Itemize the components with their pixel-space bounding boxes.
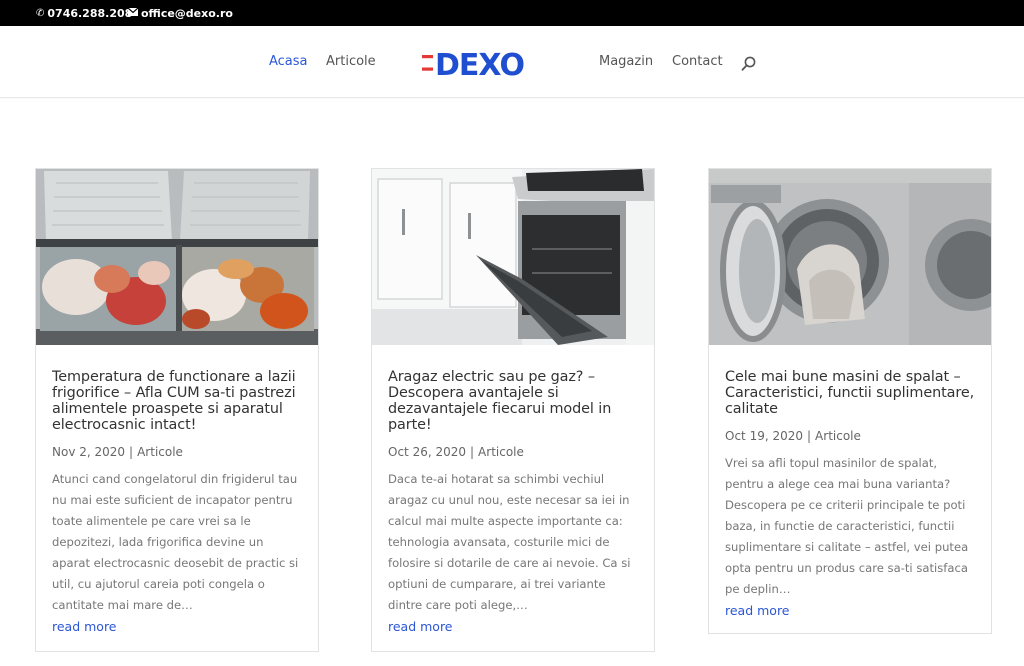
post-title[interactable]: Cele mai bune masini de spalat – Caracte… [725,369,975,417]
post-card: Temperatura de functionare a lazii frigo… [35,168,319,652]
read-more-link[interactable]: read more [52,617,117,637]
post-title[interactable]: Aragaz electric sau pe gaz? – Descopera … [388,369,638,433]
post-date: Oct 26, 2020 [388,445,466,459]
post-meta: Oct 19, 2020 | Articole [725,429,861,443]
washing-machine-photo[interactable] [709,169,991,345]
post-excerpt: Daca te-ai hotarat sa schimbi vechiul ar… [388,472,631,612]
phone-contact[interactable]: ✆ 0746.288.208 [36,7,132,20]
post-date: Oct 19, 2020 [725,429,803,443]
phone-icon: ✆ [36,8,45,19]
kitchen-oven-photo[interactable] [372,169,654,345]
post-meta: Nov 2, 2020 | Articole [52,445,183,459]
phone-number[interactable]: 0746.288.208 [47,7,132,20]
email-contact[interactable]: office@dexo.ro [127,7,233,20]
nav-item-acasa[interactable]: Acasa [269,54,308,69]
dexo-logo[interactable]: DEXO [421,46,547,83]
nav-item-contact[interactable]: Contact [672,54,723,69]
site-header: Acasa Articole DEXO Magazin Contact [0,26,1024,98]
read-more-link[interactable]: read more [725,601,790,621]
post-date: Nov 2, 2020 [52,445,126,459]
search-icon[interactable] [740,55,758,73]
post-title[interactable]: Temperatura de functionare a lazii frigo… [52,369,302,433]
nav-item-articole[interactable]: Articole [326,54,376,69]
post-category[interactable]: Articole [137,445,183,459]
nav-item-magazin[interactable]: Magazin [599,54,653,69]
post-excerpt: Vrei sa afli topul masinilor de spalat, … [725,456,969,596]
logo-text: DEXO [435,48,524,80]
post-category[interactable]: Articole [815,429,861,443]
post-excerpt: Atunci cand congelatorul din frigiderul … [52,472,299,612]
post-card: Cele mai bune masini de spalat – Caracte… [708,168,992,634]
post-card: Aragaz electric sau pe gaz? – Descopera … [371,168,655,652]
post-meta: Oct 26, 2020 | Articole [388,445,524,459]
top-bar: ✆ 0746.288.208 office@dexo.ro [0,0,1024,26]
chest-freezer-photo[interactable] [36,169,318,345]
envelope-icon [127,7,139,19]
email-address[interactable]: office@dexo.ro [141,7,233,20]
read-more-link[interactable]: read more [388,617,453,637]
post-category[interactable]: Articole [478,445,524,459]
